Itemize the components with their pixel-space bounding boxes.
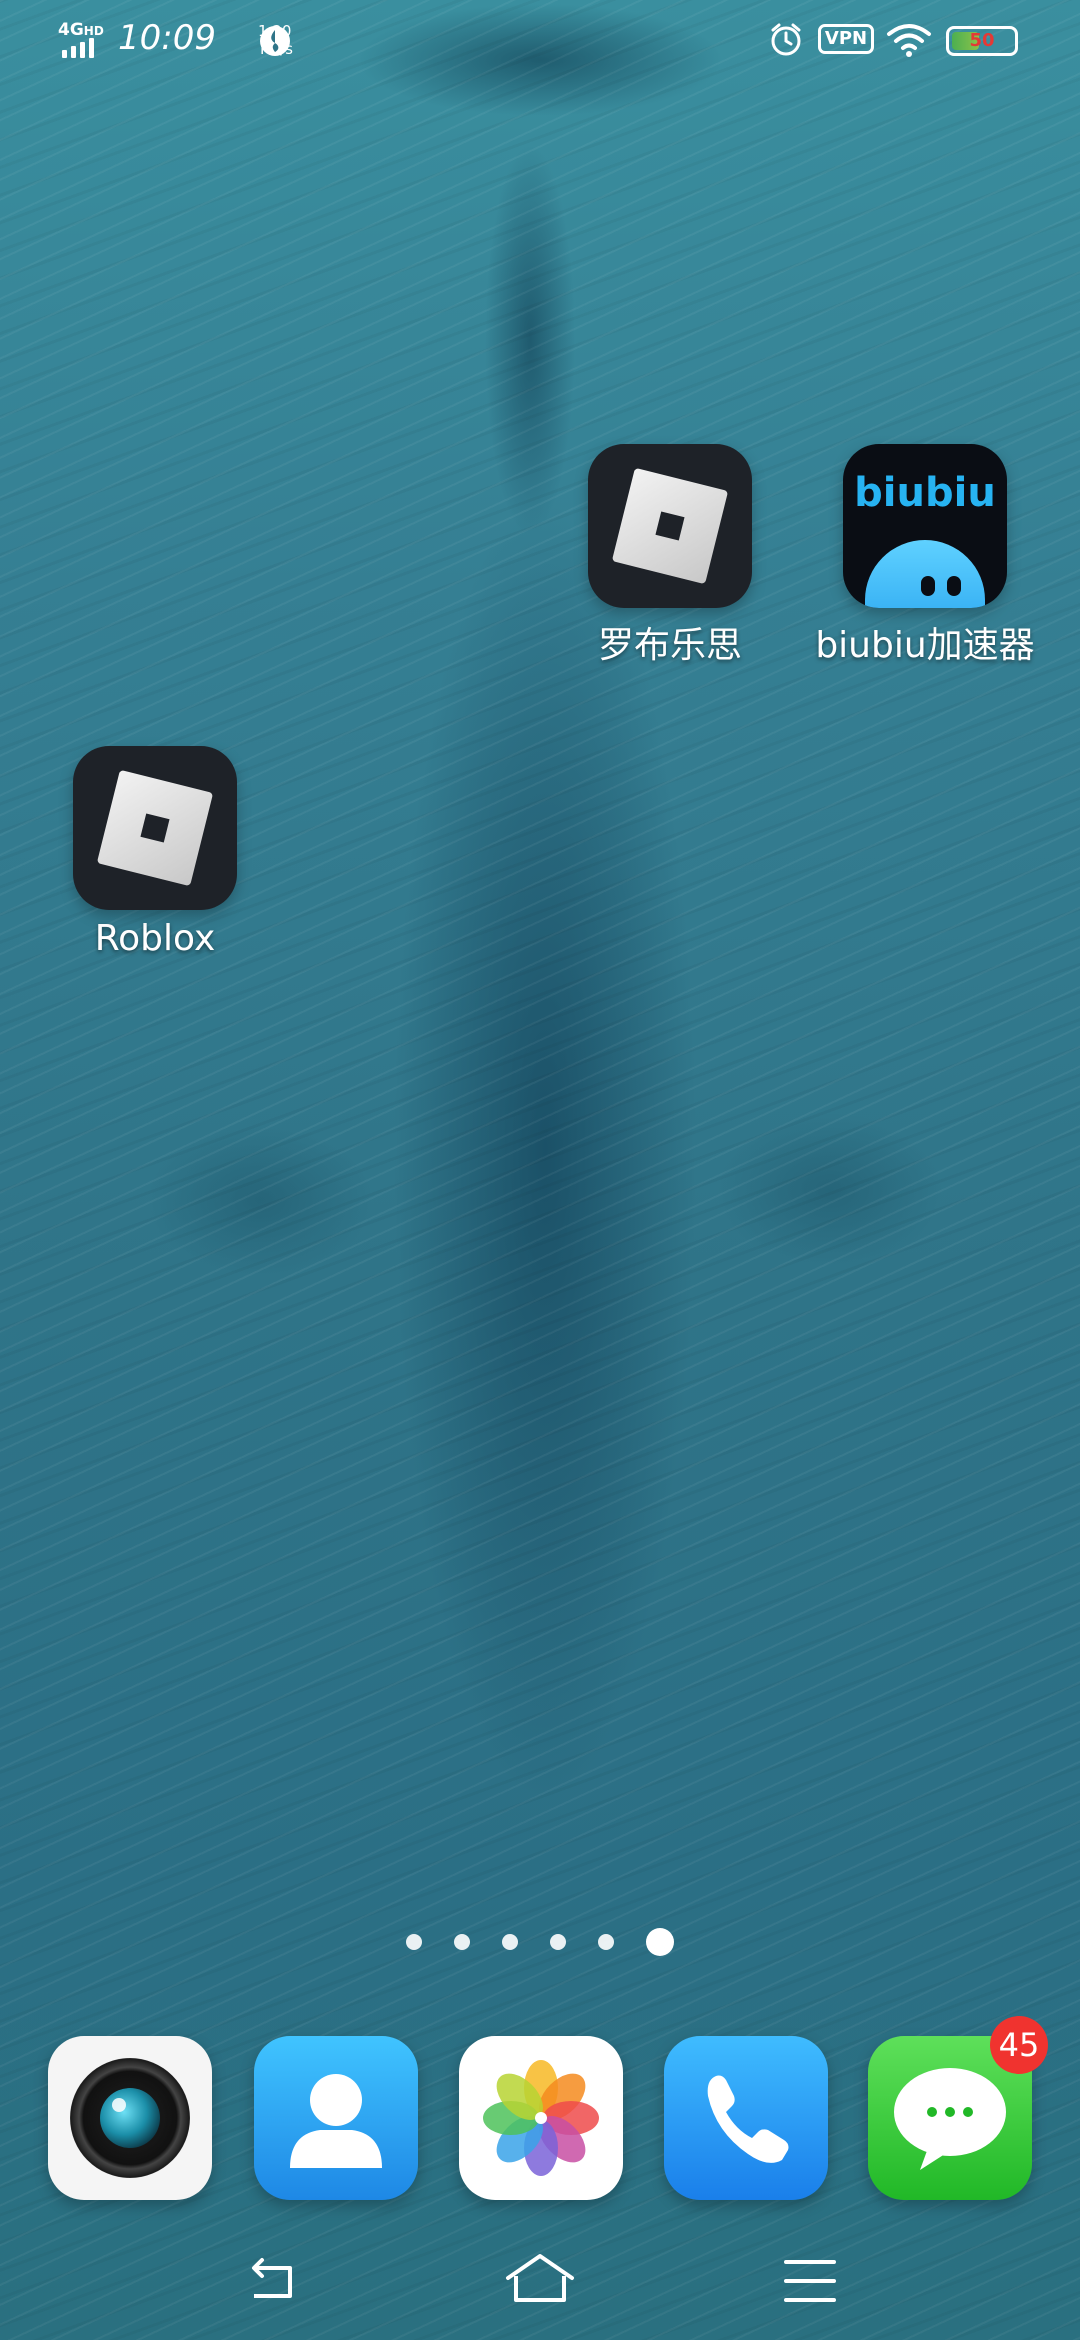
- battery-indicator: 50: [946, 26, 1018, 56]
- home-icon[interactable]: [500, 2246, 580, 2316]
- app-biubiu[interactable]: biubiu biubiu加速器: [800, 444, 1050, 668]
- dock-camera[interactable]: [48, 2036, 212, 2200]
- network-type: 4GHD: [58, 20, 104, 40]
- battery-percent: 50: [969, 30, 995, 51]
- page-dot-active[interactable]: [646, 1928, 674, 1956]
- status-time: 10:09: [118, 18, 216, 58]
- app-label: Roblox: [94, 918, 216, 959]
- biubiu-mascot: [865, 540, 985, 608]
- biubiu-logo-text: biubiu: [854, 470, 996, 516]
- dock-phone[interactable]: [664, 2036, 828, 2200]
- status-bar: 4GHD 10:09 1.20 KB/s VPN: [0, 0, 1080, 84]
- notification-badge: 45: [990, 2016, 1048, 2074]
- dock-photos[interactable]: [459, 2036, 623, 2200]
- app-label: 罗布乐思: [597, 625, 742, 666]
- contacts-icon: [290, 2074, 382, 2168]
- page-indicator[interactable]: [0, 1928, 1080, 1956]
- network-sub-label: HD: [83, 24, 104, 38]
- app-roblox[interactable]: Roblox: [45, 746, 265, 959]
- vpn-badge: VPN: [818, 24, 874, 54]
- back-icon[interactable]: [230, 2246, 310, 2316]
- roblox-icon: [588, 444, 752, 608]
- menu-icon[interactable]: [770, 2246, 850, 2316]
- phone-icon: [707, 2075, 789, 2163]
- home-screen: 4GHD 10:09 1.20 KB/s VPN: [0, 0, 1080, 2340]
- app-roblox-cn[interactable]: 罗布乐思: [560, 444, 780, 668]
- page-dot[interactable]: [598, 1934, 614, 1950]
- page-dot[interactable]: [454, 1934, 470, 1950]
- signal-icon: [62, 38, 94, 58]
- photos-icon: [483, 2060, 599, 2176]
- alarm-icon: [771, 23, 801, 56]
- wifi-icon: [887, 24, 931, 57]
- dock-contacts[interactable]: [254, 2036, 418, 2200]
- network-type-label: 4G: [58, 20, 84, 40]
- roblox-icon: [73, 746, 237, 910]
- sync-icon: [260, 26, 290, 56]
- app-label: biubiu加速器: [815, 625, 1035, 666]
- biubiu-icon: biubiu: [843, 444, 1007, 608]
- wallpaper-texture: [0, 0, 1080, 2340]
- page-dot[interactable]: [406, 1934, 422, 1950]
- page-dot[interactable]: [502, 1934, 518, 1950]
- page-dot[interactable]: [550, 1934, 566, 1950]
- navigation-bar: [0, 2240, 1080, 2340]
